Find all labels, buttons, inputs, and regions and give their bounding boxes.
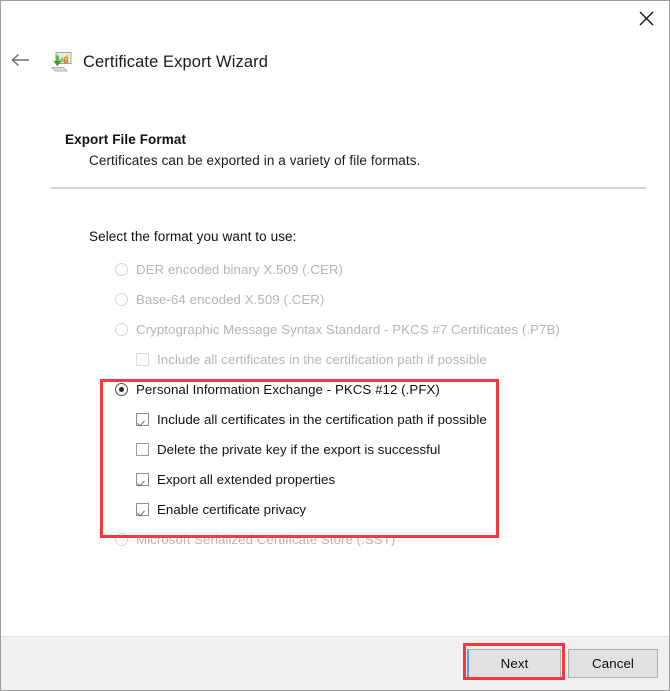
option-label-pkcs7-include-chain: Include all certificates in the certific… xyxy=(157,352,487,367)
radio-pfx[interactable] xyxy=(115,383,128,396)
option-label-pfx-include-chain: Include all certificates in the certific… xyxy=(157,412,487,427)
close-button[interactable] xyxy=(623,1,669,35)
title-bar xyxy=(1,1,669,39)
option-row-pfx-enable-privacy[interactable]: Enable certificate privacy xyxy=(1,501,669,523)
option-label-pfx-enable-privacy: Enable certificate privacy xyxy=(157,502,307,517)
option-label-pkcs7: Cryptographic Message Syntax Standard - … xyxy=(136,322,560,337)
option-label-pfx-delete-key: Delete the private key if the export is … xyxy=(157,442,441,457)
option-label-pfx-export-extended: Export all extended properties xyxy=(157,472,336,487)
option-label-pfx: Personal Information Exchange - PKCS #12… xyxy=(136,382,440,397)
option-row-pfx-delete-key[interactable]: Delete the private key if the export is … xyxy=(1,441,669,463)
format-options-list: DER encoded binary X.509 (.CER) Base-64 e… xyxy=(1,261,669,561)
page-title: Export File Format xyxy=(65,132,187,147)
certificate-export-icon xyxy=(49,50,73,74)
next-button[interactable]: Next xyxy=(467,649,561,678)
certificate-export-wizard-window: Certificate Export Wizard Export File Fo… xyxy=(0,0,670,691)
radio-sst xyxy=(115,533,128,546)
checkbox-pfx-delete-key[interactable] xyxy=(136,443,149,456)
page-heading-block: Export File Format Certificates can be e… xyxy=(65,132,420,168)
option-row-pfx[interactable]: Personal Information Exchange - PKCS #12… xyxy=(1,381,669,403)
option-row-pkcs7: Cryptographic Message Syntax Standard - … xyxy=(1,321,669,343)
checkbox-pfx-enable-privacy[interactable] xyxy=(136,503,149,516)
checkbox-pfx-include-chain[interactable] xyxy=(136,413,149,426)
option-row-base64: Base-64 encoded X.509 (.CER) xyxy=(1,291,669,313)
option-row-sst: Microsoft Serialized Certificate Store (… xyxy=(1,531,669,553)
back-arrow-icon xyxy=(10,53,30,72)
back-button[interactable] xyxy=(3,46,37,78)
radio-der xyxy=(115,263,128,276)
checkbox-pkcs7-include-chain xyxy=(136,353,149,366)
cancel-button[interactable]: Cancel xyxy=(568,649,658,678)
page-subtitle: Certificates can be exported in a variet… xyxy=(89,153,421,168)
option-label-base64: Base-64 encoded X.509 (.CER) xyxy=(136,292,325,307)
close-icon xyxy=(639,11,654,26)
format-prompt-label: Select the format you want to use: xyxy=(89,229,297,244)
radio-base64 xyxy=(115,293,128,306)
wizard-title: Certificate Export Wizard xyxy=(83,52,268,71)
option-row-pfx-include-chain[interactable]: Include all certificates in the certific… xyxy=(1,411,669,433)
dialog-footer: Next Cancel xyxy=(1,636,669,690)
option-row-pfx-export-extended[interactable]: Export all extended properties xyxy=(1,471,669,493)
option-row-der: DER encoded binary X.509 (.CER) xyxy=(1,261,669,283)
option-label-der: DER encoded binary X.509 (.CER) xyxy=(136,262,344,277)
wizard-header: Certificate Export Wizard xyxy=(1,45,669,79)
option-row-pkcs7-include-chain: Include all certificates in the certific… xyxy=(1,351,669,373)
radio-pkcs7 xyxy=(115,323,128,336)
header-divider xyxy=(51,187,646,189)
option-label-sst: Microsoft Serialized Certificate Store (… xyxy=(136,532,396,547)
checkbox-pfx-export-extended[interactable] xyxy=(136,473,149,486)
